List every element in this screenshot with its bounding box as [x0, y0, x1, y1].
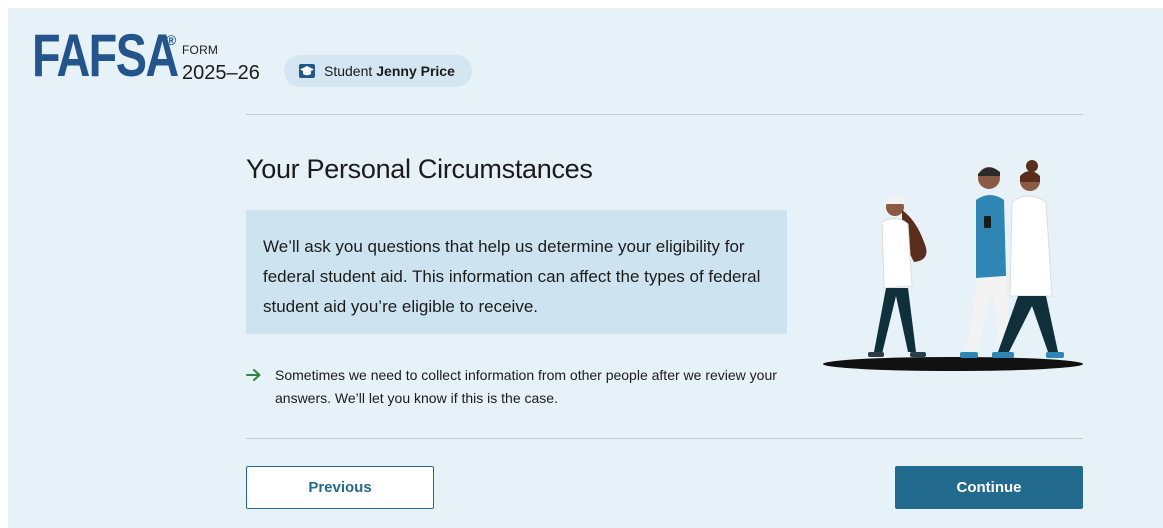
page: FAFSA ® FORM 2025–26 Student Jenny Price… — [8, 8, 1163, 528]
previous-button[interactable]: Previous — [246, 466, 434, 509]
form-label: FORM — [182, 43, 219, 57]
student-name: Jenny Price — [376, 63, 455, 79]
page-title: Your Personal Circumstances — [246, 154, 593, 184]
student-badge: Student Jenny Price — [284, 55, 472, 87]
continue-button[interactable]: Continue — [895, 466, 1083, 509]
arrow-right-icon — [246, 364, 275, 410]
graduation-cap-icon — [298, 62, 316, 80]
fafsa-logo[interactable]: FAFSA — [32, 24, 179, 88]
note-text: Sometimes we need to collect information… — [275, 367, 777, 406]
form-year: 2025–26 — [182, 62, 260, 84]
info-text: We’ll ask you questions that help us det… — [263, 237, 761, 316]
registered-mark: ® — [166, 32, 177, 48]
note: Sometimes we need to collect information… — [246, 364, 786, 410]
info-box: We’ll ask you questions that help us det… — [246, 210, 787, 334]
divider — [246, 438, 1083, 439]
header: FAFSA ® FORM 2025–26 Student Jenny Price — [8, 8, 1163, 108]
students-walking-illustration — [820, 156, 1085, 380]
divider — [246, 114, 1083, 115]
student-role: Student — [324, 63, 373, 79]
